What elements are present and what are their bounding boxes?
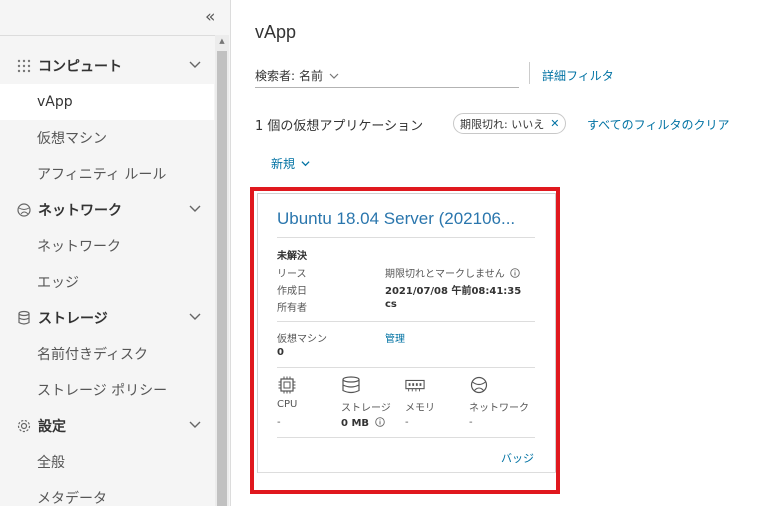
sidebar-group-network[interactable]: ネットワーク: [0, 192, 214, 228]
sidebar-item-label: 名前付きディスク: [37, 347, 149, 363]
advanced-filter-link[interactable]: 詳細フィルタ: [542, 67, 614, 84]
chevron-down-icon[interactable]: [189, 202, 201, 214]
sidebar-item-label: ネットワーク: [37, 239, 121, 255]
chevron-down-icon: [301, 161, 310, 167]
chevron-down-icon[interactable]: [189, 418, 201, 430]
close-icon[interactable]: ✕: [550, 117, 559, 130]
gear-icon: [17, 419, 31, 433]
sidebar-group-compute[interactable]: コンピュート: [0, 48, 214, 84]
chevron-down-icon[interactable]: [329, 71, 339, 81]
sidebar-group-label: 設定: [38, 419, 66, 435]
chevron-down-icon[interactable]: [189, 310, 201, 322]
sidebar-group-storage[interactable]: ストレージ: [0, 300, 214, 336]
sidebar-item-edges[interactable]: エッジ: [0, 264, 214, 300]
sidebar-scrollbar[interactable]: ▲: [215, 35, 229, 506]
chevron-down-icon[interactable]: [189, 58, 201, 70]
search-by-label: 検索者:: [255, 69, 296, 83]
sidebar-item-affinity-rules[interactable]: アフィニティ ルール: [0, 156, 214, 192]
page-title: vApp: [255, 22, 297, 42]
search-by-dropdown[interactable]: 検索者: 名前: [255, 64, 519, 88]
sidebar-item-label: エッジ: [37, 275, 79, 291]
sidebar-item-label: 全般: [37, 455, 65, 471]
sidebar-item-vapp[interactable]: vApp: [0, 84, 214, 120]
toolbar-divider: [529, 62, 530, 84]
scroll-thumb[interactable]: [217, 51, 227, 506]
sidebar-item-label: メタデータ: [37, 491, 107, 506]
sidebar-item-networks[interactable]: ネットワーク: [0, 228, 214, 264]
search-by-value: 名前: [299, 69, 324, 83]
sidebar-group-label: ストレージ: [38, 311, 108, 327]
sidebar-nav: コンピュート vApp 仮想マシン アフィニティ ルール ネットワーク ネットワ…: [0, 48, 214, 506]
sidebar: « ▲ コンピュート vApp 仮想マシン アフィニティ ルール ネットワーク …: [0, 0, 231, 506]
sidebar-item-label: アフィニティ ルール: [37, 167, 167, 183]
network-globe-icon: [17, 203, 31, 217]
new-button-label: 新規: [271, 157, 296, 171]
sidebar-item-general[interactable]: 全般: [0, 444, 214, 480]
scroll-up-icon[interactable]: ▲: [215, 37, 229, 45]
sidebar-group-label: ネットワーク: [38, 203, 122, 219]
result-count: 1 個の仮想アプリケーション: [255, 119, 424, 134]
sidebar-item-label: ストレージ ポリシー: [37, 383, 168, 399]
database-icon: [18, 310, 30, 325]
sidebar-item-named-disks[interactable]: 名前付きディスク: [0, 336, 214, 372]
sidebar-item-metadata[interactable]: メタデータ: [0, 480, 214, 506]
filter-chip: 期限切れ: いいえ ✕: [453, 113, 567, 134]
new-button[interactable]: 新規: [271, 155, 310, 172]
sidebar-item-label: 仮想マシン: [37, 131, 107, 147]
collapse-sidebar-icon[interactable]: «: [205, 8, 215, 26]
sidebar-item-vms[interactable]: 仮想マシン: [0, 120, 214, 156]
sidebar-group-label: コンピュート: [38, 59, 122, 75]
clear-filters-link[interactable]: すべてのフィルタのクリア: [587, 116, 729, 133]
filter-chip-label: 期限切れ: いいえ: [460, 117, 545, 131]
highlight-box: [250, 187, 560, 494]
sidebar-item-label: vApp: [37, 94, 73, 110]
sidebar-group-settings[interactable]: 設定: [0, 408, 214, 444]
sidebar-item-storage-policies[interactable]: ストレージ ポリシー: [0, 372, 214, 408]
sidebar-divider: [0, 35, 215, 36]
compute-grid-icon: [17, 59, 31, 73]
